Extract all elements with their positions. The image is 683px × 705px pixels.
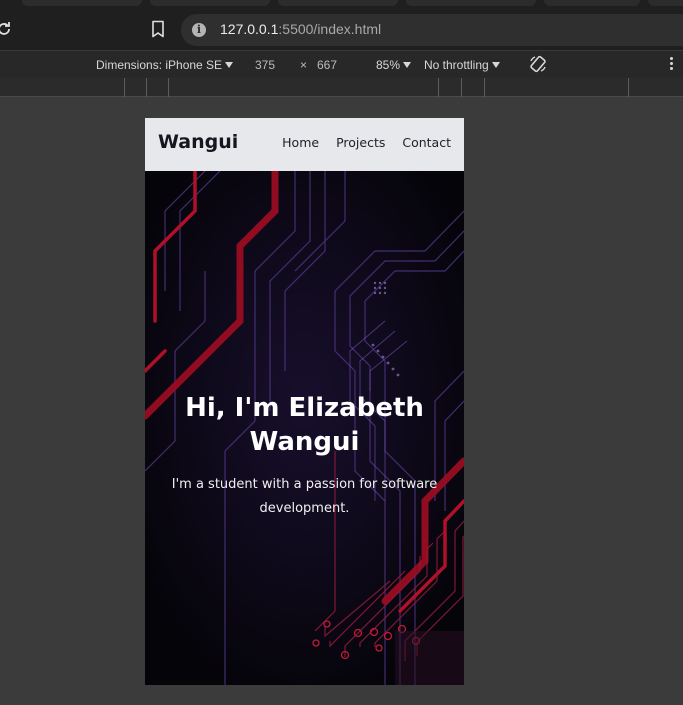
rotate-icon[interactable] xyxy=(529,55,547,73)
nav-link-projects[interactable]: Projects xyxy=(336,135,385,150)
media-query-marker[interactable] xyxy=(628,78,629,97)
browser-tab[interactable] xyxy=(22,0,142,6)
chevron-down-icon xyxy=(403,62,412,68)
more-options-icon[interactable] xyxy=(670,57,674,71)
media-query-marker[interactable] xyxy=(168,78,169,97)
reload-icon[interactable] xyxy=(0,19,14,39)
url-text[interactable]: 127.0.0.1:5500/index.html xyxy=(220,21,381,37)
throttling-select[interactable]: No throttling xyxy=(424,58,500,72)
nav-link-home[interactable]: Home xyxy=(282,135,319,150)
site-brand[interactable]: Wangui xyxy=(158,131,238,153)
zoom-label: 85% xyxy=(376,58,401,72)
tab-strip xyxy=(0,0,683,8)
browser-tab[interactable] xyxy=(406,0,536,6)
browser-tab[interactable] xyxy=(544,0,640,6)
browser-toolbar: i 127.0.0.1:5500/index.html xyxy=(0,8,683,50)
chevron-down-icon xyxy=(491,62,500,68)
site-navbar: Wangui Home Projects Contact xyxy=(145,118,464,171)
hero-subtitle: I'm a student with a passion for softwar… xyxy=(171,477,438,516)
browser-tab[interactable] xyxy=(278,0,398,6)
width-input[interactable]: 375 xyxy=(255,58,275,72)
zoom-select[interactable]: 85% xyxy=(376,58,412,72)
height-input[interactable]: 667 xyxy=(317,58,337,72)
media-query-marker[interactable] xyxy=(146,78,147,97)
device-viewport: Wangui Home Projects Contact Hi, I'm Eli… xyxy=(145,118,464,685)
hero-title: Hi, I'm Elizabeth Wangui xyxy=(145,391,464,459)
browser-tab[interactable] xyxy=(648,0,683,6)
throttling-label: No throttling xyxy=(424,58,489,72)
hero-section: Hi, I'm Elizabeth Wangui I'm a student w… xyxy=(145,171,464,685)
media-query-marker[interactable] xyxy=(484,78,485,97)
chevron-down-icon xyxy=(225,62,234,68)
url-path: :5500/index.html xyxy=(278,21,382,37)
browser-tab[interactable] xyxy=(150,0,270,6)
media-query-marker[interactable] xyxy=(461,78,462,97)
device-select-label: Dimensions: iPhone SE xyxy=(96,58,223,72)
media-query-bar xyxy=(0,78,683,97)
address-bar[interactable]: i 127.0.0.1:5500/index.html xyxy=(181,14,683,46)
media-query-marker[interactable] xyxy=(124,78,125,97)
hero-title-line-1: Hi, I'm Elizabeth xyxy=(185,393,424,423)
hero-title-line-2: Wangui xyxy=(249,427,360,457)
device-select[interactable]: Dimensions: iPhone SE xyxy=(96,58,234,72)
site-nav: Home Projects Contact xyxy=(282,135,451,150)
nav-link-contact[interactable]: Contact xyxy=(402,135,451,150)
bookmark-icon[interactable] xyxy=(150,20,166,38)
site-info-icon[interactable]: i xyxy=(192,23,206,37)
device-toolbar: Dimensions: iPhone SE 375 × 667 85% No t… xyxy=(0,50,683,78)
dimension-separator: × xyxy=(300,58,308,72)
url-host: 127.0.0.1 xyxy=(220,21,279,37)
media-query-marker[interactable] xyxy=(438,78,439,97)
